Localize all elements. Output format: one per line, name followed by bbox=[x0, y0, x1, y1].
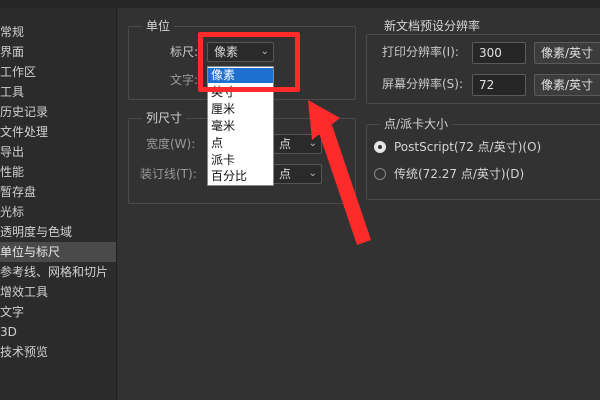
annotation-arrow-icon bbox=[308, 100, 371, 245]
arrow-shaft bbox=[318, 125, 371, 245]
